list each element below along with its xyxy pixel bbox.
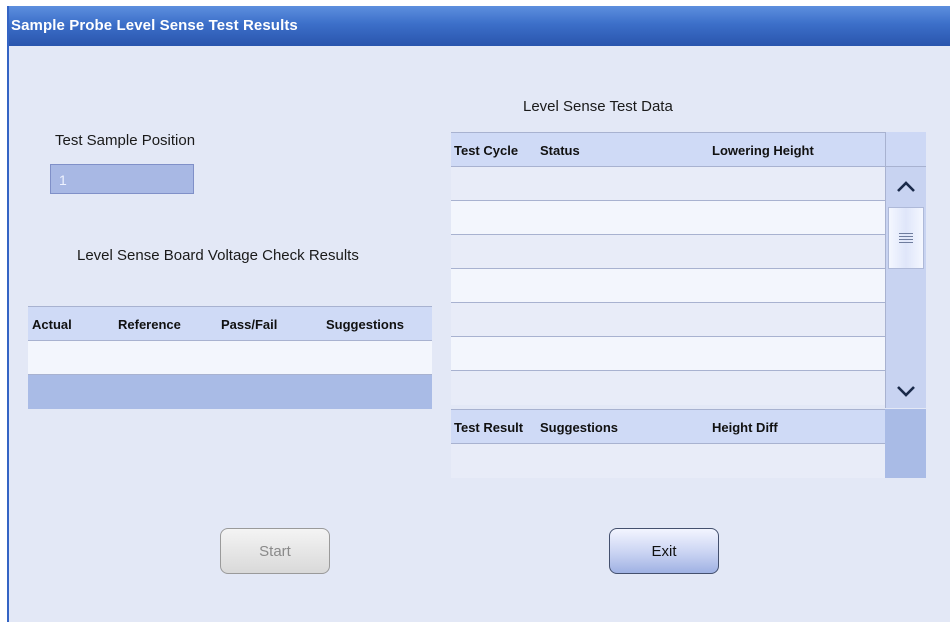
scroll-down-button[interactable] — [889, 378, 923, 404]
scroll-up-button[interactable] — [889, 172, 923, 202]
table-row[interactable] — [451, 235, 885, 269]
column-header-suggestions: Suggestions — [540, 420, 619, 435]
scrollbar-header — [886, 132, 926, 167]
column-header-reference: Reference — [118, 317, 181, 332]
start-button[interactable]: Start — [220, 528, 330, 574]
voltage-check-table: Actual Reference Pass/Fail Suggestions — [28, 306, 432, 409]
chevron-down-icon — [897, 386, 915, 397]
table-row[interactable] — [451, 269, 885, 303]
vertical-scrollbar[interactable] — [885, 132, 926, 408]
table-header: Test Result Suggestions Height Diff — [451, 409, 885, 444]
column-header-suggestions: Suggestions — [326, 317, 405, 332]
table-header: Actual Reference Pass/Fail Suggestions — [28, 306, 432, 341]
exit-button[interactable]: Exit — [609, 528, 719, 574]
table-row[interactable] — [451, 303, 885, 337]
table-row[interactable] — [451, 337, 885, 371]
column-header-status: Status — [540, 143, 580, 158]
column-header-pass-fail: Pass/Fail — [221, 317, 278, 332]
title-bar: Sample Probe Level Sense Test Results — [9, 6, 950, 46]
level-sense-table: Test Cycle Status Lowering Height — [451, 132, 885, 405]
column-header-test-result: Test Result — [454, 420, 524, 435]
result-table-side-panel — [885, 409, 926, 478]
column-header-height-diff: Height Diff — [712, 420, 778, 435]
scroll-thumb[interactable] — [888, 207, 924, 269]
sample-position-label: Test Sample Position — [55, 132, 196, 149]
table-row[interactable] — [451, 444, 885, 478]
column-header-lowering-height: Lowering Height — [712, 143, 814, 158]
column-header-actual: Actual — [32, 317, 72, 332]
table-row[interactable] — [451, 201, 885, 235]
table-row[interactable] — [28, 341, 432, 375]
table-row[interactable] — [451, 371, 885, 405]
dialog-window: Sample Probe Level Sense Test Results Te… — [7, 6, 950, 622]
test-result-table: Test Result Suggestions Height Diff — [451, 409, 885, 478]
column-header-test-cycle: Test Cycle — [454, 143, 519, 158]
table-row[interactable] — [28, 375, 432, 409]
grip-icon — [899, 233, 913, 243]
chevron-up-icon — [897, 181, 915, 192]
window-title: Sample Probe Level Sense Test Results — [11, 17, 298, 34]
level-sense-title: Level Sense Test Data — [523, 98, 673, 115]
sample-position-field[interactable]: 1 — [50, 164, 194, 194]
table-header: Test Cycle Status Lowering Height — [451, 132, 885, 167]
voltage-check-title: Level Sense Board Voltage Check Results — [77, 247, 359, 264]
table-row[interactable] — [451, 167, 885, 201]
